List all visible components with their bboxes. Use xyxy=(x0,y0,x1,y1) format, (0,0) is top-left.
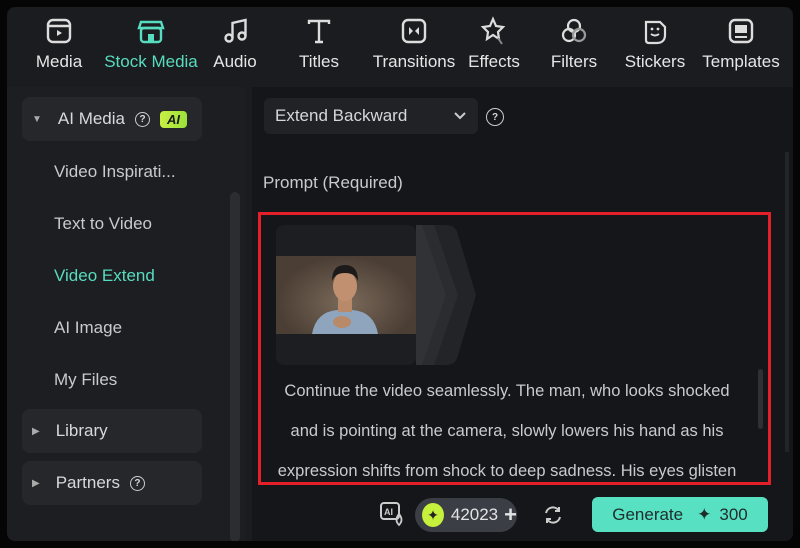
main-panel: Extend Backward ? Prompt (Required) Cont… xyxy=(252,87,793,541)
video-preview-image xyxy=(276,256,416,334)
tab-label: Templates xyxy=(702,52,780,71)
sidebar-item-ai-image[interactable]: AI Image xyxy=(54,318,122,338)
sidebar-item-video-inspiration[interactable]: Video Inspirati... xyxy=(54,162,176,182)
credits-count: 42023 xyxy=(450,505,499,524)
generate-button[interactable]: Generate ✦ 300 xyxy=(592,497,768,532)
generate-cost: 300 xyxy=(719,504,748,524)
media-icon xyxy=(46,18,72,44)
help-icon[interactable]: ? xyxy=(486,108,504,126)
tab-label: Stock Media xyxy=(104,52,198,71)
chevron-down-icon xyxy=(454,112,466,120)
ai-no-watermark-icon[interactable]: AI xyxy=(379,500,407,528)
app-window: Media Stock Media Audio Titles Transitio… xyxy=(7,7,793,541)
caret-right-icon: ▶ xyxy=(32,425,40,437)
transitions-icon xyxy=(401,18,427,44)
tab-stock-media[interactable]: Stock Media xyxy=(101,7,201,83)
ai-media-label: AI Media xyxy=(57,109,125,128)
ai-badge: AI xyxy=(160,110,187,128)
tab-titles[interactable]: Titles xyxy=(269,7,369,83)
tab-templates[interactable]: Templates xyxy=(691,7,791,83)
sidebar-group-library[interactable]: ▶ Library xyxy=(22,409,202,453)
sidebar-scrollbar[interactable] xyxy=(230,192,240,541)
library-label: Library xyxy=(55,421,108,440)
tab-media[interactable]: Media xyxy=(17,7,101,83)
refresh-icon[interactable] xyxy=(543,505,563,525)
extend-arrow-icon xyxy=(416,225,476,365)
sidebar-item-text-to-video[interactable]: Text to Video xyxy=(54,214,152,234)
sticker-icon xyxy=(644,20,667,45)
caret-down-icon: ▼ xyxy=(32,113,42,125)
sidebar-item-my-files[interactable]: My Files xyxy=(54,370,117,390)
sparkle-icon: ✦ xyxy=(697,504,712,524)
generate-label: Generate xyxy=(612,504,684,524)
top-toolbar: Media Stock Media Audio Titles Transitio… xyxy=(7,7,793,83)
extend-mode-dropdown[interactable]: Extend Backward xyxy=(264,98,478,134)
templates-icon xyxy=(728,18,754,44)
text-t-icon xyxy=(307,19,331,44)
tab-label: Media xyxy=(35,52,83,71)
help-icon[interactable]: ? xyxy=(129,475,145,491)
tab-label: Audio xyxy=(213,52,257,71)
add-credits-icon[interactable]: + xyxy=(504,502,517,528)
sparkle-coin-icon: ✦ xyxy=(422,503,444,527)
music-note-icon xyxy=(224,18,247,43)
prompt-textarea[interactable]: Continue the video seamlessly. The man, … xyxy=(272,371,742,483)
caret-right-icon: ▶ xyxy=(32,477,40,489)
sidebar: ▼ AI Media ? AI Video Inspirati... Text … xyxy=(7,87,245,541)
filters-icon xyxy=(561,18,587,43)
help-icon[interactable]: ? xyxy=(135,111,150,127)
credits-pill[interactable]: ✦ 42023 + xyxy=(415,498,517,532)
sidebar-group-partners[interactable]: ▶ Partners ? xyxy=(22,461,202,505)
tab-filters[interactable]: Filters xyxy=(529,7,619,83)
main-scrollbar[interactable] xyxy=(785,152,789,452)
effects-star-icon xyxy=(480,16,506,45)
prompt-scrollbar[interactable] xyxy=(758,369,763,429)
tab-label: Titles xyxy=(299,52,339,71)
tab-label: Stickers xyxy=(624,52,686,71)
stock-media-icon xyxy=(137,20,165,44)
partners-label: Partners xyxy=(55,473,120,492)
sidebar-group-ai-media[interactable]: ▼ AI Media ? AI xyxy=(22,97,202,141)
generate-bar: AI ✦ 42023 + Generate ✦ 300 xyxy=(252,487,793,541)
tab-stickers[interactable]: Stickers xyxy=(619,7,691,83)
tab-audio[interactable]: Audio xyxy=(201,7,269,83)
tab-label: Effects xyxy=(468,52,520,71)
tab-label: Transitions xyxy=(372,52,456,71)
tab-effects[interactable]: Effects xyxy=(459,7,529,83)
video-thumbnail[interactable] xyxy=(276,225,416,365)
tab-transitions[interactable]: Transitions xyxy=(369,7,459,83)
svg-text:AI: AI xyxy=(384,507,393,517)
tab-label: Filters xyxy=(550,52,598,71)
prompt-label: Prompt (Required) xyxy=(263,173,403,192)
dropdown-value: Extend Backward xyxy=(275,106,408,125)
sidebar-item-video-extend[interactable]: Video Extend xyxy=(54,266,155,286)
